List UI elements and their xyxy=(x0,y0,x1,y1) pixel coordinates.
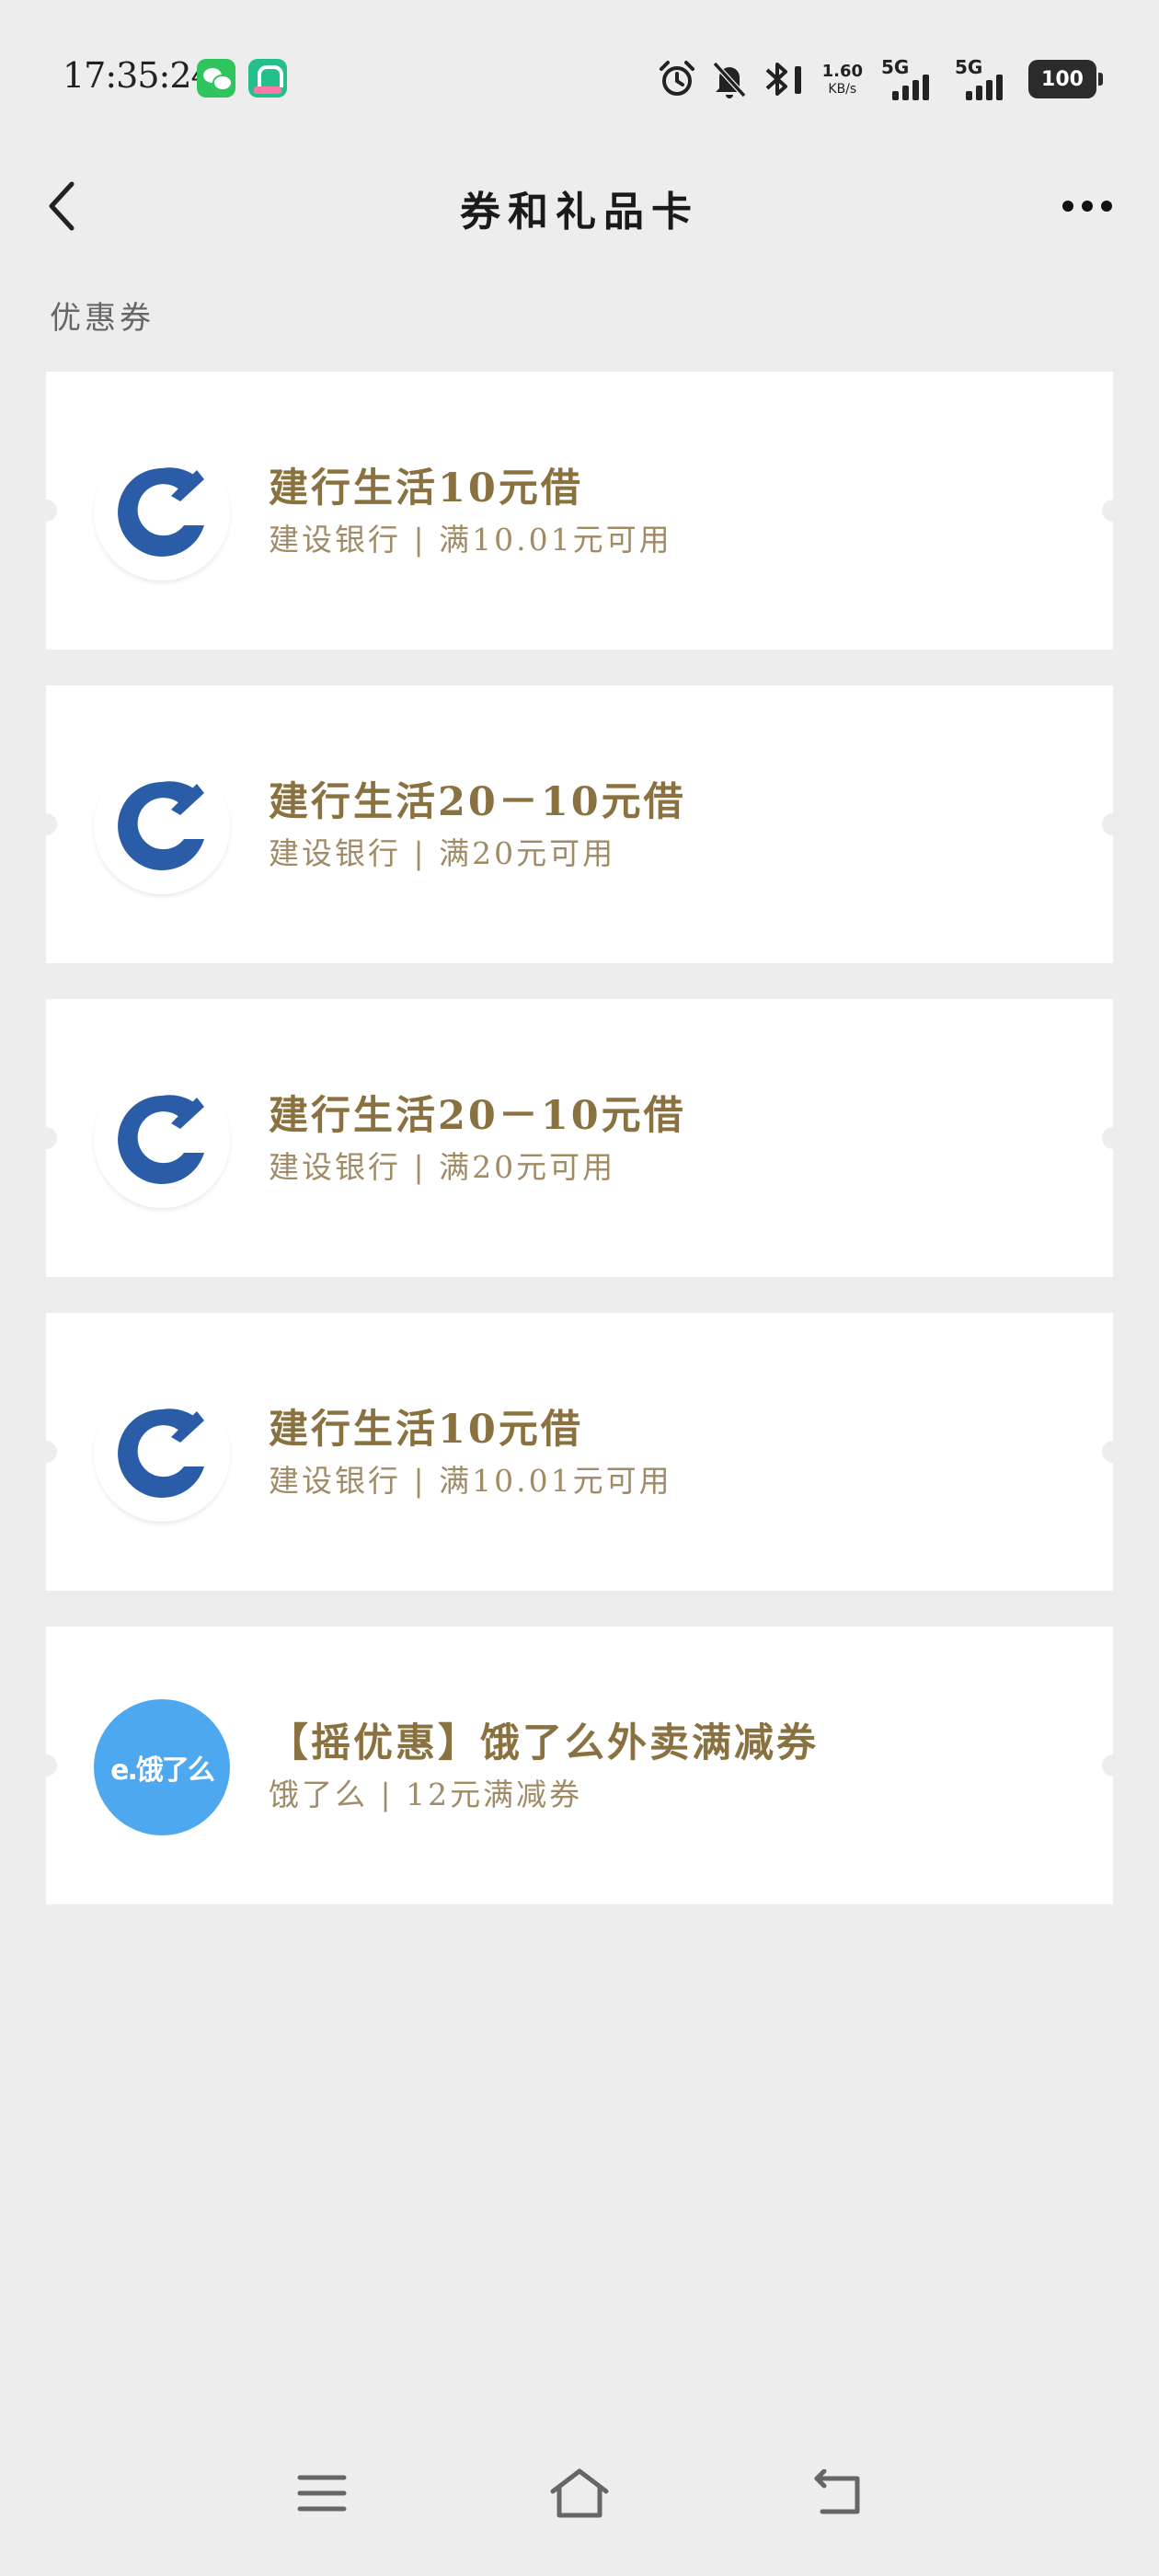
coupon-subtitle: 建设银行 | 满10.01元可用 xyxy=(269,1463,672,1499)
coupon-subtitle: 建设银行 | 满20元可用 xyxy=(269,835,616,871)
alarm-icon xyxy=(659,61,694,96)
back-nav-button[interactable] xyxy=(791,2447,883,2539)
ccb-logo-icon xyxy=(94,1386,230,1522)
ccb-logo-icon xyxy=(94,758,230,894)
recent-apps-button[interactable] xyxy=(276,2447,368,2539)
coupon-list: 建行生活10元借 建设银行 | 满10.01元可用 建行生活20－10元借 建设… xyxy=(35,372,1124,1940)
ticket-notch xyxy=(35,1441,57,1463)
home-icon xyxy=(550,2468,609,2518)
more-dot-icon xyxy=(1062,201,1073,212)
coupon-title: 【摇优惠】饿了么外卖满减券 xyxy=(269,1720,819,1766)
eleme-logo-icon: e.饿了么 xyxy=(94,1699,230,1835)
battery-indicator: 100 xyxy=(1028,60,1103,98)
more-dot-icon xyxy=(1101,201,1112,212)
coupon-title: 建行生活20－10元借 xyxy=(269,779,686,825)
status-bar: 17:35:24 1.60 KB/s 5G 5G 100 xyxy=(0,0,1159,156)
ticket-notch xyxy=(35,500,57,522)
menu-icon xyxy=(297,2475,347,2512)
ticket-notch xyxy=(1102,1754,1124,1777)
coupon-card[interactable]: 建行生活10元借 建设银行 | 满10.01元可用 xyxy=(35,372,1124,650)
more-dot-icon xyxy=(1082,201,1093,212)
signal-sim1: 5G xyxy=(881,56,942,102)
eleme-logo-text: e.饿了么 xyxy=(110,1754,215,1787)
signal-bars-icon xyxy=(966,75,1003,100)
coupon-title: 建行生活10元借 xyxy=(269,466,583,512)
app-notification-icon xyxy=(248,59,287,98)
coupon-subtitle: 建设银行 | 满10.01元可用 xyxy=(269,522,672,558)
coupon-subtitle: 饿了么 | 12元满减券 xyxy=(269,1777,583,1812)
status-time: 17:35:24 xyxy=(63,55,213,96)
ticket-notch xyxy=(35,1754,57,1777)
page-title: 券和礼品卡 xyxy=(460,189,699,236)
more-options-button[interactable] xyxy=(1052,182,1122,230)
ticket-notch xyxy=(1102,500,1124,522)
system-icons: 1.60 KB/s 5G 5G 100 xyxy=(657,53,1103,105)
wechat-notification-icon xyxy=(197,59,235,98)
coupon-title: 建行生活20－10元借 xyxy=(269,1093,686,1139)
ticket-notch xyxy=(35,1127,57,1149)
signal-bars-icon xyxy=(892,75,929,100)
coupon-card[interactable]: 建行生活20－10元借 建设银行 | 满20元可用 xyxy=(35,685,1124,963)
return-icon xyxy=(814,2469,860,2514)
mute-bell-icon xyxy=(712,61,746,98)
ticket-notch xyxy=(1102,813,1124,835)
coupon-card[interactable]: e.饿了么 【摇优惠】饿了么外卖满减券 饿了么 | 12元满减券 xyxy=(35,1627,1124,1904)
bluetooth-icon xyxy=(765,63,801,96)
network-speed-value: 1.60 xyxy=(821,61,863,81)
network-speed: 1.60 KB/s xyxy=(822,63,863,96)
coupon-subtitle: 建设银行 | 满20元可用 xyxy=(269,1149,616,1185)
coupon-title: 建行生活10元借 xyxy=(269,1407,583,1453)
ccb-logo-icon xyxy=(94,1072,230,1208)
coupon-card[interactable]: 建行生活20－10元借 建设银行 | 满20元可用 xyxy=(35,999,1124,1277)
ticket-notch xyxy=(35,813,57,835)
section-title: 优惠券 xyxy=(50,300,155,337)
signal-sim2: 5G xyxy=(955,56,1016,102)
network-speed-unit: KB/s xyxy=(828,81,857,97)
nav-bar: 券和礼品卡 xyxy=(0,156,1159,256)
ccb-logo-icon xyxy=(94,444,230,581)
coupon-card[interactable]: 建行生活10元借 建设银行 | 满10.01元可用 xyxy=(35,1313,1124,1591)
ticket-notch xyxy=(1102,1127,1124,1149)
home-button[interactable] xyxy=(534,2447,625,2539)
system-navigation-bar xyxy=(0,2401,1159,2576)
ticket-notch xyxy=(1102,1441,1124,1463)
